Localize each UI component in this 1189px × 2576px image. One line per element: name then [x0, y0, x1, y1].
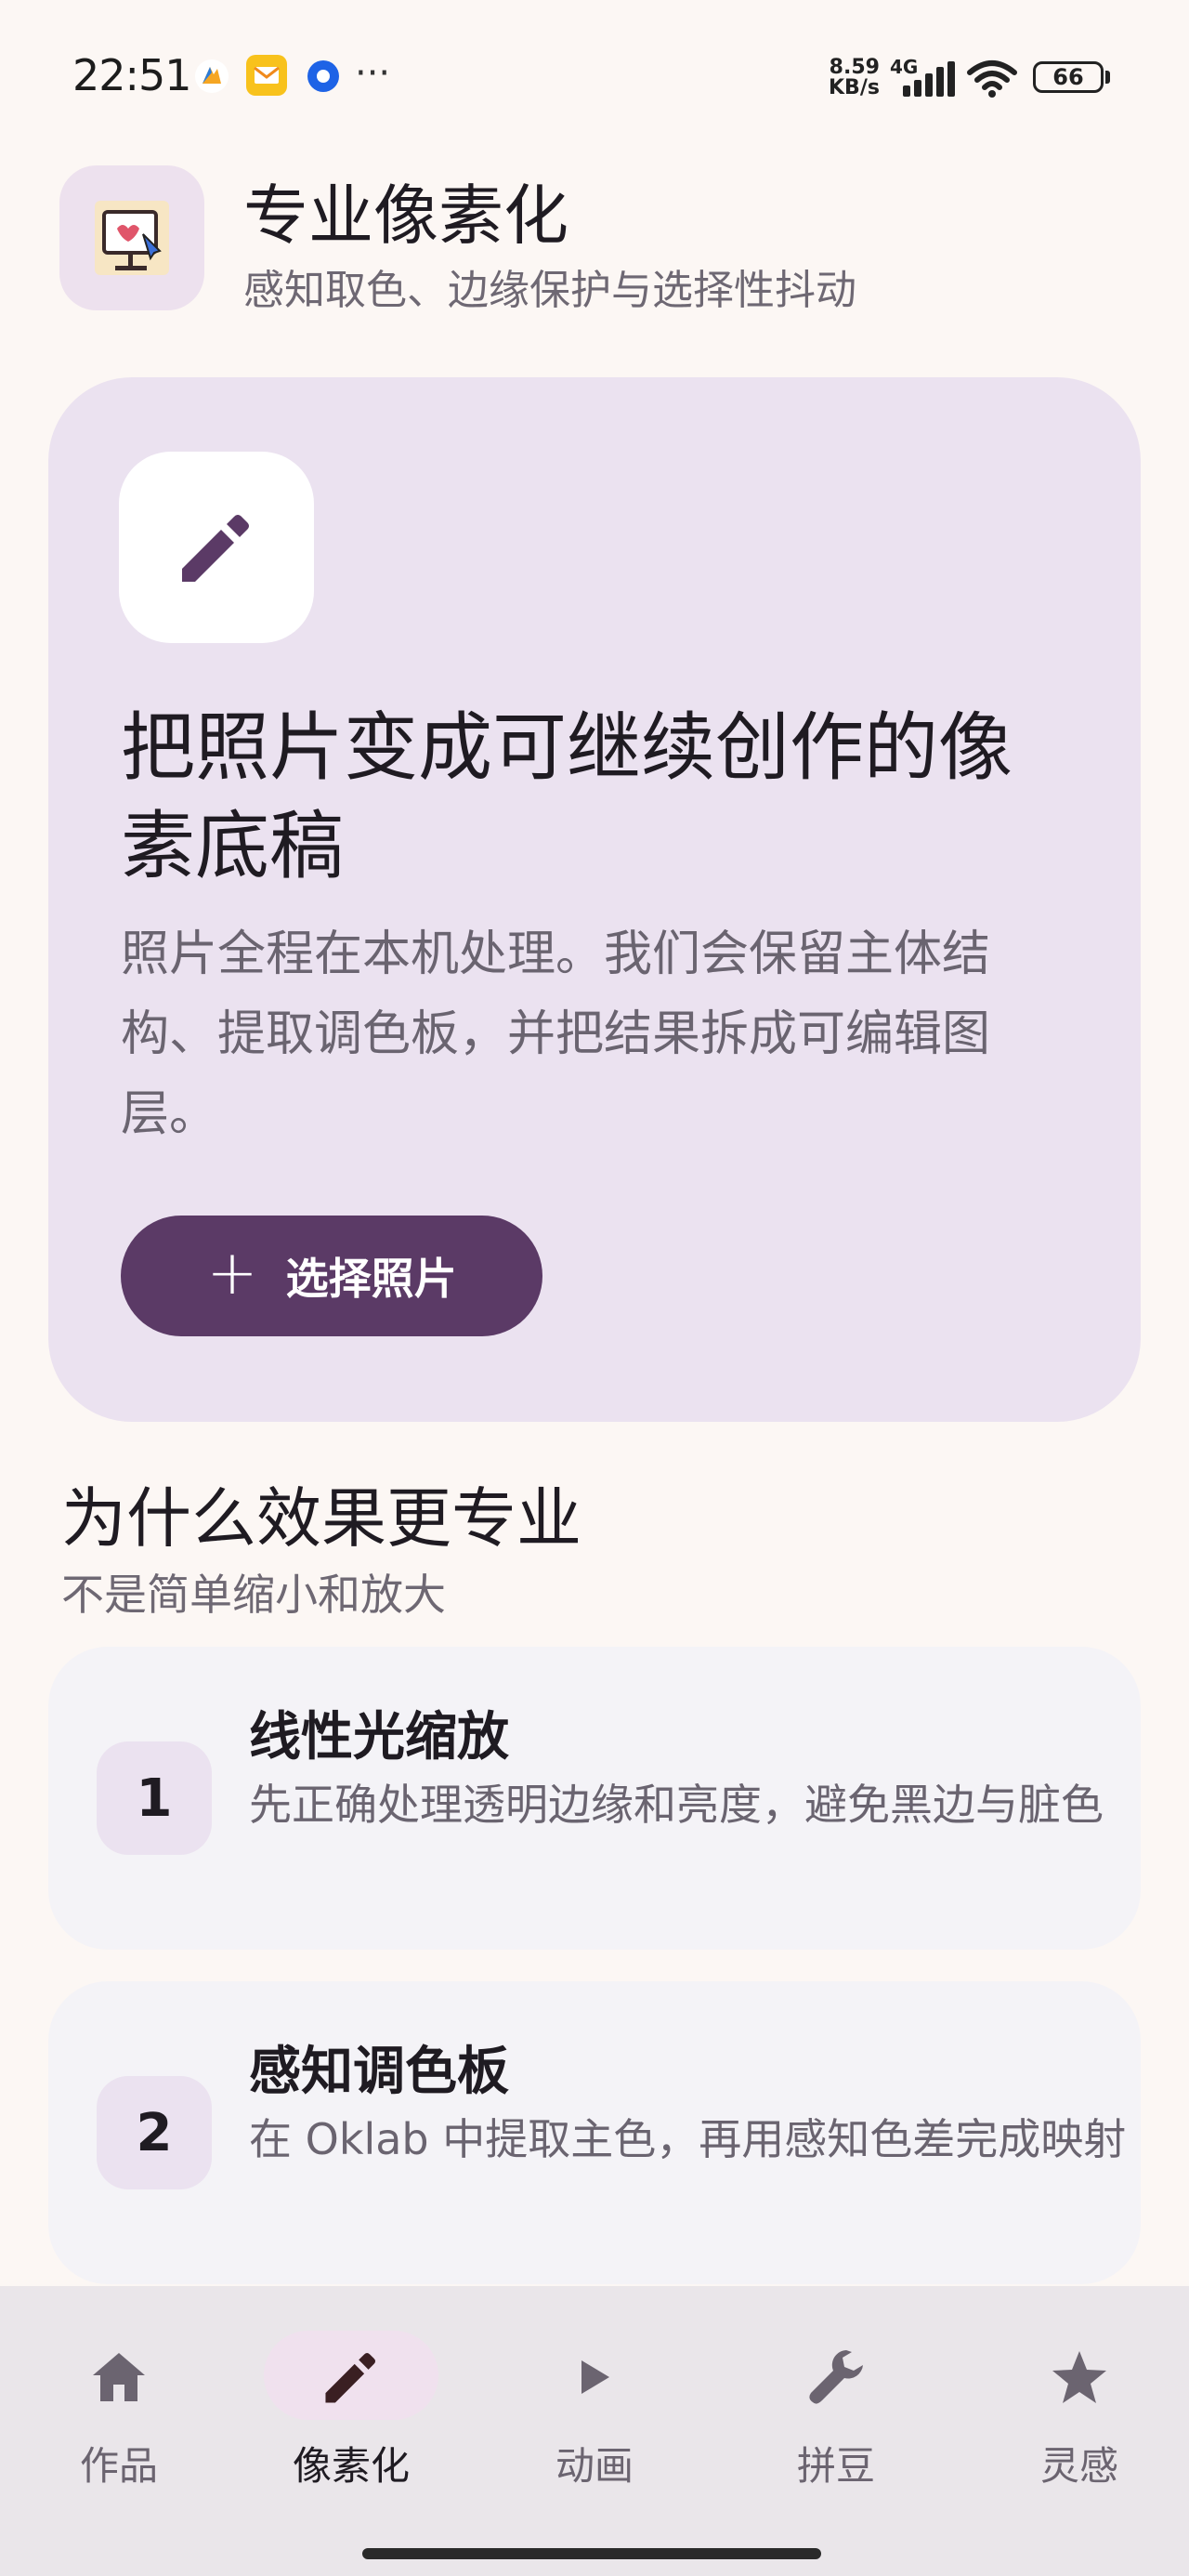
hero-title: 把照片变成可继续创作的像素底稿 [121, 704, 1013, 889]
feature-card: 1 线性光缩放 先正确处理透明边缘和亮度，避免黑边与脏色 [48, 1647, 1141, 1950]
section-title: 为什么效果更专业 [61, 1480, 581, 1557]
status-time: 22:51 [72, 50, 192, 100]
star-icon [960, 2340, 1189, 2414]
nav-item-pixelate[interactable]: 像素化 [232, 2323, 470, 2509]
location-app-icon [305, 58, 342, 99]
pencil-icon [232, 2340, 470, 2414]
select-photo-label: 选择照片 [285, 1254, 457, 1304]
play-icon [476, 2340, 713, 2414]
nav-label: 灵感 [1039, 2443, 1118, 2489]
select-photo-button[interactable]: + 选择照片 [121, 1216, 542, 1336]
more-dots-icon: ··· [355, 52, 391, 95]
pixel-easel-logo [95, 201, 169, 275]
hero-description: 照片全程在本机处理。我们会保留主体结构、提取调色板，并把结果拆成可编辑图层。 [121, 927, 991, 1142]
battery-icon: 66 [1033, 61, 1104, 93]
app-logo [59, 165, 204, 310]
home-indicator[interactable] [362, 2548, 821, 2559]
feature-number: 2 [97, 2076, 212, 2189]
feature-description: 在 Oklab 中提取主色，再用感知色差完成映射 [249, 2114, 1127, 2164]
feature-description: 先正确处理透明边缘和亮度，避免黑边与脏色 [249, 1780, 1104, 1830]
status-bar: 22:51 ··· 8.59 KB/s 4G 66 [0, 0, 1189, 158]
signal-icon [901, 61, 955, 100]
nav-item-inspiration[interactable]: 灵感 [960, 2323, 1189, 2509]
section-subtitle: 不是简单缩小和放大 [61, 1570, 446, 1620]
nav-label: 动画 [555, 2443, 634, 2489]
nav-item-beads[interactable]: 拼豆 [717, 2323, 955, 2509]
page-subtitle: 感知取色、边缘保护与选择性抖动 [243, 267, 856, 314]
plus-icon: + [206, 1237, 258, 1308]
nav-label: 作品 [79, 2443, 158, 2489]
nav-label: 像素化 [292, 2443, 410, 2489]
home-icon [0, 2340, 238, 2414]
hero-icon-tile [119, 452, 314, 643]
wrench-icon [717, 2340, 955, 2414]
notification-app-icon [193, 58, 230, 99]
net-speed: 8.59 KB/s [829, 56, 880, 99]
wifi-icon [966, 59, 1018, 102]
page-title: 专业像素化 [243, 177, 568, 254]
feature-title: 感知调色板 [249, 2042, 509, 2102]
battery-tip [1105, 71, 1110, 84]
feature-number: 1 [97, 1741, 212, 1855]
feature-card: 2 感知调色板 在 Oklab 中提取主色，再用感知色差完成映射 [48, 1981, 1141, 2284]
nav-item-works[interactable]: 作品 [0, 2323, 238, 2509]
nav-label: 拼豆 [796, 2443, 875, 2489]
feature-title: 线性光缩放 [249, 1707, 509, 1768]
nav-item-animation[interactable]: 动画 [476, 2323, 713, 2509]
mail-icon [245, 54, 288, 100]
pencil-icon [182, 515, 249, 582]
